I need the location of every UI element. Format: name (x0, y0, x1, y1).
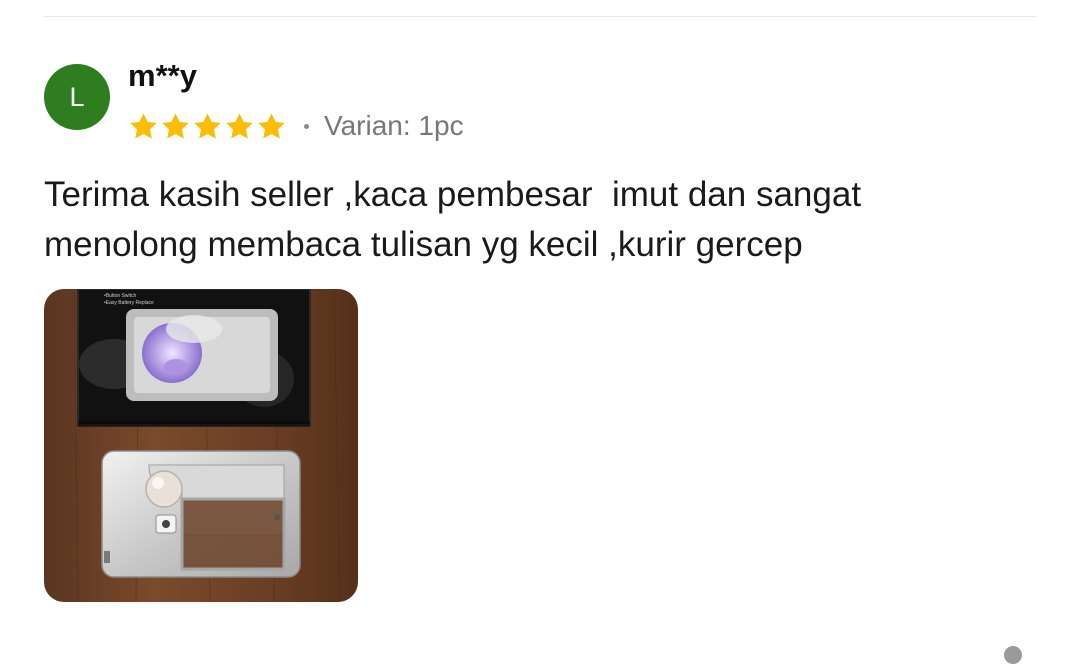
star-icon (130, 112, 157, 139)
star-rating (128, 111, 288, 142)
separator-dot (304, 123, 309, 129)
avatar-initial: L (69, 81, 85, 112)
review-photo[interactable]: •Button Switch •Easy Battery Replace (44, 289, 358, 602)
top-divider (44, 16, 1036, 17)
star-icon (194, 112, 221, 139)
more-icon[interactable] (1004, 646, 1022, 664)
avatar[interactable]: L (44, 64, 110, 130)
review-photo-image: •Button Switch •Easy Battery Replace (44, 289, 358, 602)
svg-text:•Easy Battery Replace: •Easy Battery Replace (104, 300, 154, 306)
star-icon (258, 112, 285, 139)
rating-row: Varian: 1pc (128, 106, 464, 146)
svg-text:•Button Switch: •Button Switch (104, 293, 137, 299)
review-text: Terima kasih seller ,kaca pembesar imut … (44, 175, 862, 264)
variant-label: Varian: 1pc (324, 110, 464, 141)
star-icon (162, 112, 189, 139)
reviewer-name: m**y (128, 58, 197, 93)
star-icon (226, 112, 253, 139)
